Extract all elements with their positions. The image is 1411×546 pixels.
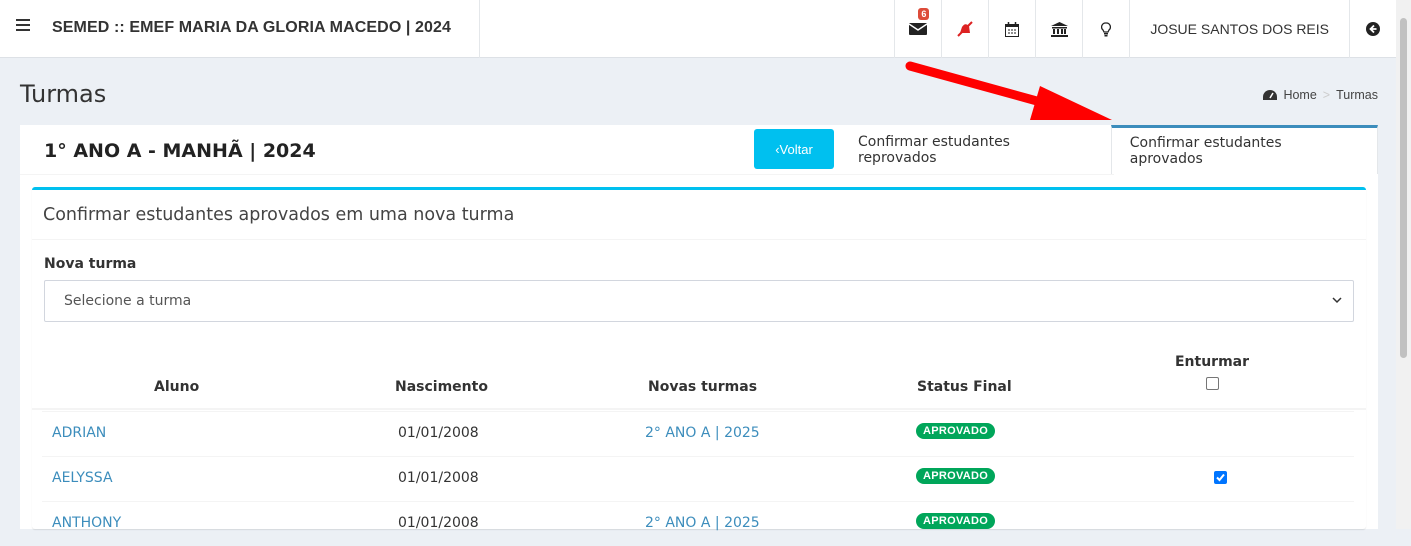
check-icon bbox=[1216, 473, 1225, 482]
user-menu[interactable]: JOSUE SANTOS DOS REIS bbox=[1129, 0, 1349, 58]
col-status: Status Final bbox=[917, 379, 1012, 395]
student-link[interactable]: ADRIAN bbox=[52, 425, 106, 441]
birth-date: 01/01/2008 bbox=[398, 425, 479, 441]
approved-panel: Confirmar estudantes aprovados em uma no… bbox=[32, 187, 1366, 531]
bell-slash-icon bbox=[957, 21, 974, 37]
tab-bar: Confirmar estudantes reprovados Confirma… bbox=[840, 125, 1378, 174]
col-enturmar-label: Enturmar bbox=[1174, 354, 1250, 370]
new-class-link[interactable]: 2° ANO A | 2025 bbox=[645, 425, 760, 441]
breadcrumb-current: Turmas bbox=[1336, 88, 1378, 102]
logout-button[interactable] bbox=[1349, 0, 1396, 58]
back-button[interactable]: ‹Voltar bbox=[754, 129, 834, 169]
page-title: Turmas bbox=[20, 80, 107, 108]
col-novas-turmas: Novas turmas bbox=[648, 379, 758, 395]
enturmar-checkbox[interactable] bbox=[1214, 471, 1227, 484]
scrollbar[interactable] bbox=[1396, 0, 1411, 529]
table-header: Aluno Nascimento Novas turmas Status Fin… bbox=[32, 350, 1366, 410]
nova-turma-select[interactable]: Selecione a turma bbox=[44, 280, 1354, 322]
col-aluno: Aluno bbox=[154, 379, 200, 395]
tab-reprovados[interactable]: Confirmar estudantes reprovados bbox=[840, 125, 1111, 174]
status-badge: APROVADO bbox=[916, 513, 996, 529]
chevron-down-icon bbox=[1332, 297, 1342, 304]
table-row: ADRIAN 01/01/2008 2° ANO A | 2025 APROVA… bbox=[42, 411, 1354, 456]
mail-badge: 6 bbox=[918, 8, 930, 20]
divider bbox=[20, 174, 1114, 175]
class-box: 1° ANO A - MANHÃ | 2024 ‹Voltar Confirma… bbox=[20, 125, 1378, 531]
breadcrumb: Home > Turmas bbox=[1263, 88, 1378, 102]
app-title: SEMED :: EMEF MARIA DA GLORIA MACEDO | 2… bbox=[52, 19, 452, 36]
bank-icon bbox=[1050, 21, 1068, 37]
col-enturmar: Enturmar bbox=[1172, 354, 1252, 390]
status-badge: APROVADO bbox=[916, 468, 996, 484]
notifications-button[interactable] bbox=[941, 0, 988, 58]
bars-icon[interactable] bbox=[16, 19, 30, 31]
tips-button[interactable] bbox=[1082, 0, 1129, 58]
institution-button[interactable] bbox=[1035, 0, 1082, 58]
scrollbar-thumb[interactable] bbox=[1400, 18, 1407, 358]
calendar-button[interactable] bbox=[988, 0, 1035, 58]
arrow-circle-icon bbox=[1366, 22, 1380, 36]
divider bbox=[479, 0, 480, 58]
field-label: Nova turma bbox=[44, 256, 137, 272]
panel-header: Confirmar estudantes aprovados em uma no… bbox=[32, 190, 1366, 240]
panel-title: Confirmar estudantes aprovados em uma no… bbox=[43, 205, 515, 225]
messages-button[interactable]: 6 bbox=[894, 0, 941, 58]
breadcrumb-separator: > bbox=[1322, 88, 1331, 102]
table-row: AELYSSA 01/01/2008 APROVADO bbox=[42, 456, 1354, 501]
user-name: JOSUE SANTOS DOS REIS bbox=[1150, 21, 1329, 37]
select-all-checkbox[interactable] bbox=[1205, 377, 1219, 390]
tab-aprovados[interactable]: Confirmar estudantes aprovados bbox=[1110, 125, 1378, 174]
calendar-icon bbox=[1005, 21, 1020, 37]
lightbulb-icon bbox=[1101, 21, 1112, 36]
navbar-icons: 6 JOSUE SANTOS DOS REIS bbox=[894, 0, 1396, 58]
dashboard-icon bbox=[1263, 89, 1278, 100]
col-nascimento: Nascimento bbox=[395, 379, 488, 395]
student-link[interactable]: AELYSSA bbox=[52, 470, 113, 486]
envelope-icon bbox=[909, 23, 928, 35]
class-title: 1° ANO A - MANHÃ | 2024 bbox=[44, 140, 316, 162]
table-row: ANTHONY 01/01/2008 2° ANO A | 2025 APROV… bbox=[42, 501, 1354, 546]
top-navbar: SEMED :: EMEF MARIA DA GLORIA MACEDO | 2… bbox=[0, 0, 1396, 58]
status-badge: APROVADO bbox=[916, 423, 996, 439]
select-value: Selecione a turma bbox=[64, 293, 192, 309]
birth-date: 01/01/2008 bbox=[398, 470, 479, 486]
breadcrumb-home[interactable]: Home bbox=[1283, 88, 1316, 102]
